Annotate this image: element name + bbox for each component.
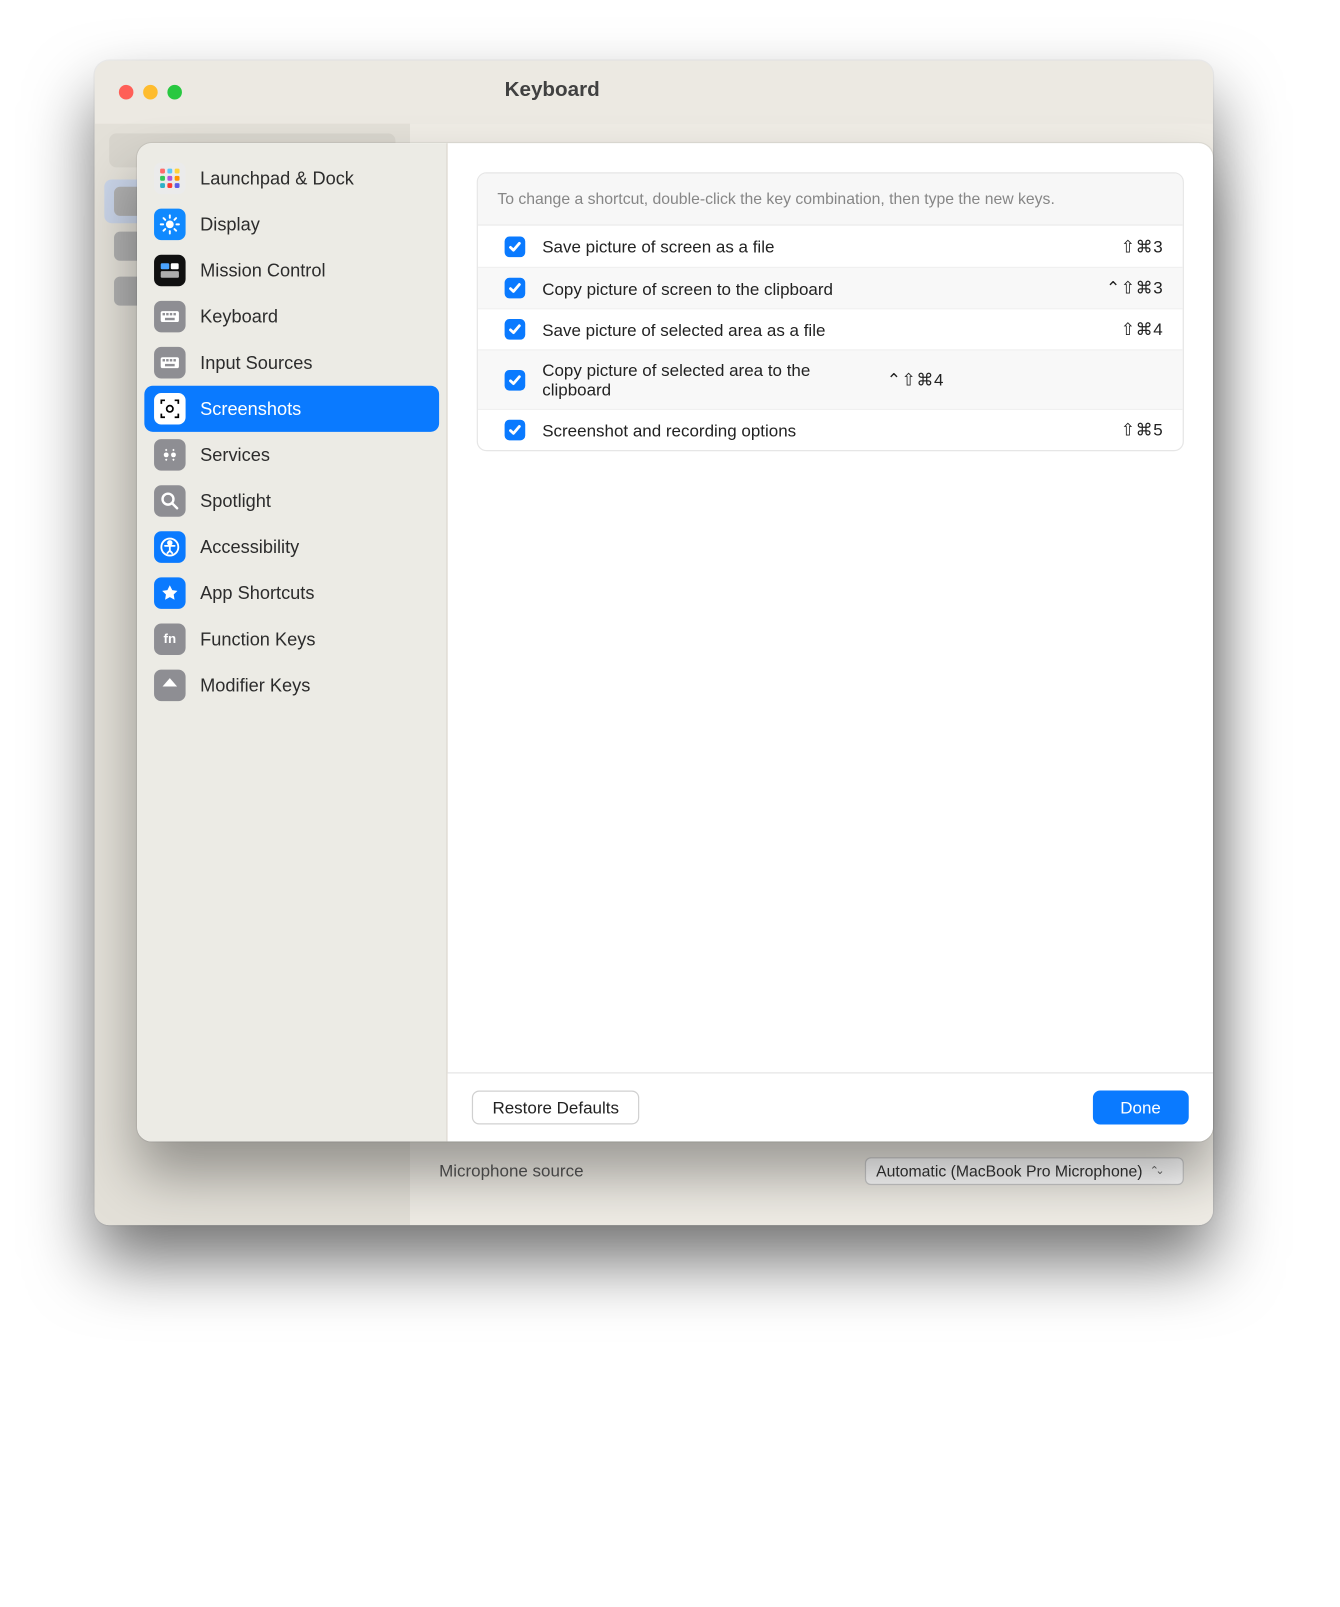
sidebar-item-label: App Shortcuts: [200, 583, 314, 604]
shortcut-checkbox[interactable]: [505, 370, 526, 391]
sidebar-item-modifier-keys[interactable]: Modifier Keys: [144, 662, 439, 708]
sidebar-item-launchpad[interactable]: Launchpad & Dock: [144, 155, 439, 201]
app-shortcuts-icon: [154, 577, 186, 609]
sidebar-item-label: Screenshots: [200, 398, 301, 419]
keyboard-icon: [154, 301, 186, 333]
shortcut-label: Save picture of screen as a file: [542, 237, 1104, 256]
shortcut-keys[interactable]: ⌃⇧⌘4: [887, 370, 944, 391]
sheet-footer: Restore Defaults Done: [448, 1072, 1213, 1141]
sidebar-item-keyboard[interactable]: Keyboard: [144, 294, 439, 340]
sidebar-item-label: Launchpad & Dock: [200, 168, 354, 189]
sidebar-item-function-keys[interactable]: fn Function Keys: [144, 616, 439, 662]
shortcut-label: Copy picture of selected area to the cli…: [542, 360, 870, 399]
services-icon: [154, 439, 186, 471]
sidebar-item-label: Keyboard: [200, 306, 278, 327]
sidebar-item-spotlight[interactable]: Spotlight: [144, 478, 439, 524]
shortcut-keys[interactable]: ⇧⌘5: [1121, 420, 1163, 441]
shortcut-row[interactable]: Save picture of screen as a file ⇧⌘3: [478, 226, 1183, 267]
done-button[interactable]: Done: [1092, 1090, 1188, 1124]
shortcut-checkbox[interactable]: [505, 236, 526, 257]
sidebar-item-mission-control[interactable]: Mission Control: [144, 247, 439, 293]
sidebar-item-display[interactable]: Display: [144, 201, 439, 247]
shortcut-row[interactable]: Screenshot and recording options ⇧⌘5: [478, 409, 1183, 450]
shortcut-label: Save picture of selected area as a file: [542, 320, 1104, 339]
shortcut-keys[interactable]: ⌃⇧⌘3: [1106, 278, 1163, 299]
shortcut-row[interactable]: Copy picture of selected area to the cli…: [478, 350, 1183, 409]
restore-defaults-button[interactable]: Restore Defaults: [472, 1090, 640, 1124]
accessibility-icon: [154, 531, 186, 563]
display-icon: [154, 209, 186, 241]
sidebar-item-app-shortcuts[interactable]: App Shortcuts: [144, 570, 439, 616]
sidebar-item-screenshots[interactable]: Screenshots: [144, 386, 439, 432]
spotlight-icon: [154, 485, 186, 517]
shortcut-checkbox[interactable]: [505, 420, 526, 441]
sidebar-item-label: Input Sources: [200, 352, 312, 373]
panel-hint: To change a shortcut, double-click the k…: [478, 173, 1183, 225]
shortcut-label: Copy picture of screen to the clipboard: [542, 279, 1089, 298]
sidebar-item-label: Display: [200, 214, 260, 235]
shortcut-keys[interactable]: ⇧⌘4: [1121, 319, 1163, 340]
sidebar-item-label: Accessibility: [200, 537, 299, 558]
shortcut-label: Screenshot and recording options: [542, 421, 1104, 440]
mission-control-icon: [154, 255, 186, 287]
sidebar-item-accessibility[interactable]: Accessibility: [144, 524, 439, 570]
shortcuts-panel: To change a shortcut, double-click the k…: [477, 172, 1184, 451]
shortcut-row[interactable]: Copy picture of screen to the clipboard …: [478, 267, 1183, 308]
modifier-keys-icon: [154, 670, 186, 702]
sheet-main: To change a shortcut, double-click the k…: [448, 143, 1213, 1141]
sidebar-item-label: Mission Control: [200, 260, 325, 281]
shortcut-checkbox[interactable]: [505, 278, 526, 299]
screenshots-icon: [154, 393, 186, 425]
sidebar-item-label: Spotlight: [200, 491, 271, 512]
sidebar-item-label: Function Keys: [200, 629, 315, 650]
category-sidebar: Launchpad & Dock Display Mission Control…: [137, 143, 448, 1141]
sidebar-item-label: Modifier Keys: [200, 675, 310, 696]
function-keys-icon: fn: [154, 623, 186, 655]
shortcut-checkbox[interactable]: [505, 319, 526, 340]
shortcuts-sheet: Launchpad & Dock Display Mission Control…: [137, 143, 1213, 1141]
sidebar-item-label: Services: [200, 445, 270, 466]
sidebar-item-services[interactable]: Services: [144, 432, 439, 478]
input-sources-icon: [154, 347, 186, 379]
launchpad-icon: [154, 163, 186, 195]
shortcut-keys[interactable]: ⇧⌘3: [1121, 236, 1163, 257]
sidebar-item-input-sources[interactable]: Input Sources: [144, 340, 439, 386]
shortcut-row[interactable]: Save picture of selected area as a file …: [478, 308, 1183, 349]
